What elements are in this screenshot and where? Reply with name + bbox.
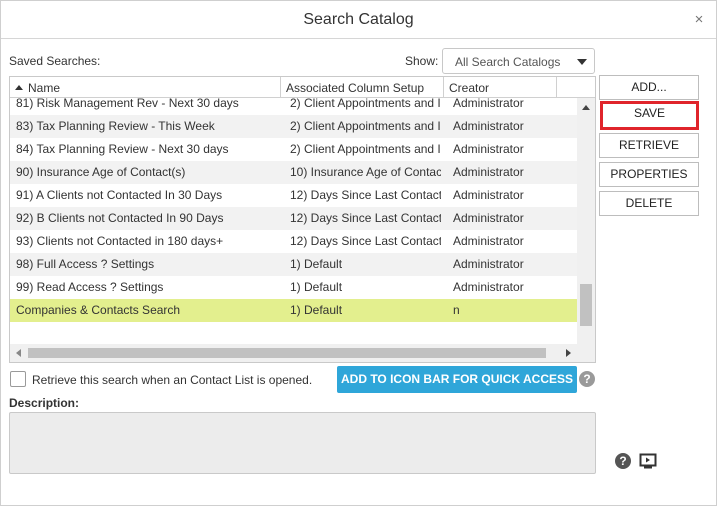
- vertical-scrollbar[interactable]: [577, 98, 595, 344]
- table-row[interactable]: 98) Full Access ? Settings 1) Default Ad…: [10, 253, 577, 276]
- description-label: Description:: [9, 396, 80, 410]
- row-setup: 12) Days Since Last Contact: [290, 234, 441, 248]
- row-setup: 1) Default: [290, 257, 343, 271]
- save-button[interactable]: SAVE: [600, 101, 699, 130]
- row-creator: Administrator: [453, 257, 524, 271]
- row-creator: Administrator: [453, 188, 524, 202]
- show-catalog-select[interactable]: All Search Catalogs: [442, 48, 595, 74]
- video-icon[interactable]: [639, 453, 657, 469]
- row-setup: 2) Client Appointments and I: [290, 98, 441, 110]
- horizontal-scrollbar[interactable]: [10, 344, 595, 362]
- row-creator: n: [453, 303, 460, 317]
- row-setup: 1) Default: [290, 303, 343, 317]
- scroll-right-icon[interactable]: [566, 349, 571, 357]
- grid-header: Name Associated Column Setup Creator: [10, 77, 595, 98]
- close-icon[interactable]: ×: [692, 12, 706, 27]
- column-header-setup-label: Associated Column Setup: [286, 81, 425, 95]
- row-creator: Administrator: [453, 211, 524, 225]
- table-row[interactable]: 93) Clients not Contacted in 180 days+ 1…: [10, 230, 577, 253]
- row-name: 99) Read Access ? Settings: [16, 280, 164, 294]
- vertical-scroll-thumb[interactable]: [580, 284, 592, 326]
- grid-rows: 81) Risk Management Rev - Next 30 days 2…: [10, 98, 577, 344]
- description-field[interactable]: [9, 412, 596, 474]
- column-header-empty: [557, 77, 595, 98]
- row-name: 98) Full Access ? Settings: [16, 257, 155, 271]
- scroll-left-icon[interactable]: [16, 349, 21, 357]
- row-name: 91) A Clients not Contacted In 30 Days: [16, 188, 223, 202]
- chevron-down-icon: [577, 59, 587, 65]
- help-icon[interactable]: ?: [579, 371, 595, 387]
- row-name: 83) Tax Planning Review - This Week: [16, 119, 215, 133]
- search-catalog-dialog: Search Catalog × Saved Searches: Show: A…: [0, 0, 717, 506]
- row-name: 92) B Clients not Contacted In 90 Days: [16, 211, 224, 225]
- dialog-titlebar: Search Catalog ×: [1, 1, 716, 39]
- column-header-creator[interactable]: Creator: [444, 77, 557, 98]
- horizontal-scroll-thumb[interactable]: [28, 348, 546, 358]
- properties-button[interactable]: PROPERTIES: [599, 162, 699, 187]
- row-creator: Administrator: [453, 280, 524, 294]
- column-header-name-label: Name: [28, 81, 61, 95]
- table-row[interactable]: 81) Risk Management Rev - Next 30 days 2…: [10, 98, 577, 115]
- table-row[interactable]: 99) Read Access ? Settings 1) Default Ad…: [10, 276, 577, 299]
- row-name: Companies & Contacts Search: [16, 303, 181, 317]
- row-setup: 12) Days Since Last Contact: [290, 188, 441, 202]
- retrieve-on-open-checkbox[interactable]: [10, 371, 26, 387]
- table-row[interactable]: 83) Tax Planning Review - This Week 2) C…: [10, 115, 577, 138]
- saved-searches-label: Saved Searches:: [9, 54, 101, 68]
- table-row[interactable]: 90) Insurance Age of Contact(s) 10) Insu…: [10, 161, 577, 184]
- column-header-name[interactable]: Name: [10, 77, 281, 98]
- scroll-up-icon[interactable]: [582, 105, 590, 110]
- table-row-selected[interactable]: Companies & Contacts Search 1) Default n: [10, 299, 577, 322]
- delete-button[interactable]: DELETE: [599, 191, 699, 216]
- column-header-setup[interactable]: Associated Column Setup: [281, 77, 444, 98]
- row-name: 93) Clients not Contacted in 180 days+: [16, 234, 224, 248]
- row-setup: 12) Days Since Last Contact: [290, 211, 441, 225]
- help-icon[interactable]: ?: [615, 453, 631, 469]
- column-header-creator-label: Creator: [449, 81, 490, 95]
- row-name: 90) Insurance Age of Contact(s): [16, 165, 186, 179]
- sort-ascending-icon: [15, 85, 23, 90]
- row-creator: Administrator: [453, 234, 524, 248]
- row-setup: 2) Client Appointments and I: [290, 119, 441, 133]
- show-catalog-select-value: All Search Catalogs: [455, 55, 561, 69]
- dialog-title: Search Catalog: [303, 11, 414, 28]
- row-creator: Administrator: [453, 165, 524, 179]
- row-creator: Administrator: [453, 98, 524, 110]
- row-creator: Administrator: [453, 142, 524, 156]
- row-setup: 10) Insurance Age of Contac: [290, 165, 441, 179]
- table-row[interactable]: 84) Tax Planning Review - Next 30 days 2…: [10, 138, 577, 161]
- row-setup: 1) Default: [290, 280, 343, 294]
- retrieve-button[interactable]: RETRIEVE: [599, 133, 699, 158]
- retrieve-on-open-label: Retrieve this search when an Contact Lis…: [32, 373, 313, 387]
- add-to-icon-bar-button[interactable]: ADD TO ICON BAR FOR QUICK ACCESS: [337, 366, 577, 393]
- table-row[interactable]: 92) B Clients not Contacted In 90 Days 1…: [10, 207, 577, 230]
- saved-searches-grid: Name Associated Column Setup Creator 81)…: [9, 76, 596, 363]
- table-row[interactable]: 91) A Clients not Contacted In 30 Days 1…: [10, 184, 577, 207]
- row-name: 84) Tax Planning Review - Next 30 days: [16, 142, 229, 156]
- show-label: Show:: [405, 54, 439, 68]
- row-name: 81) Risk Management Rev - Next 30 days: [16, 98, 239, 110]
- row-creator: Administrator: [453, 119, 524, 133]
- row-setup: 2) Client Appointments and I: [290, 142, 441, 156]
- add-button[interactable]: ADD...: [599, 75, 699, 100]
